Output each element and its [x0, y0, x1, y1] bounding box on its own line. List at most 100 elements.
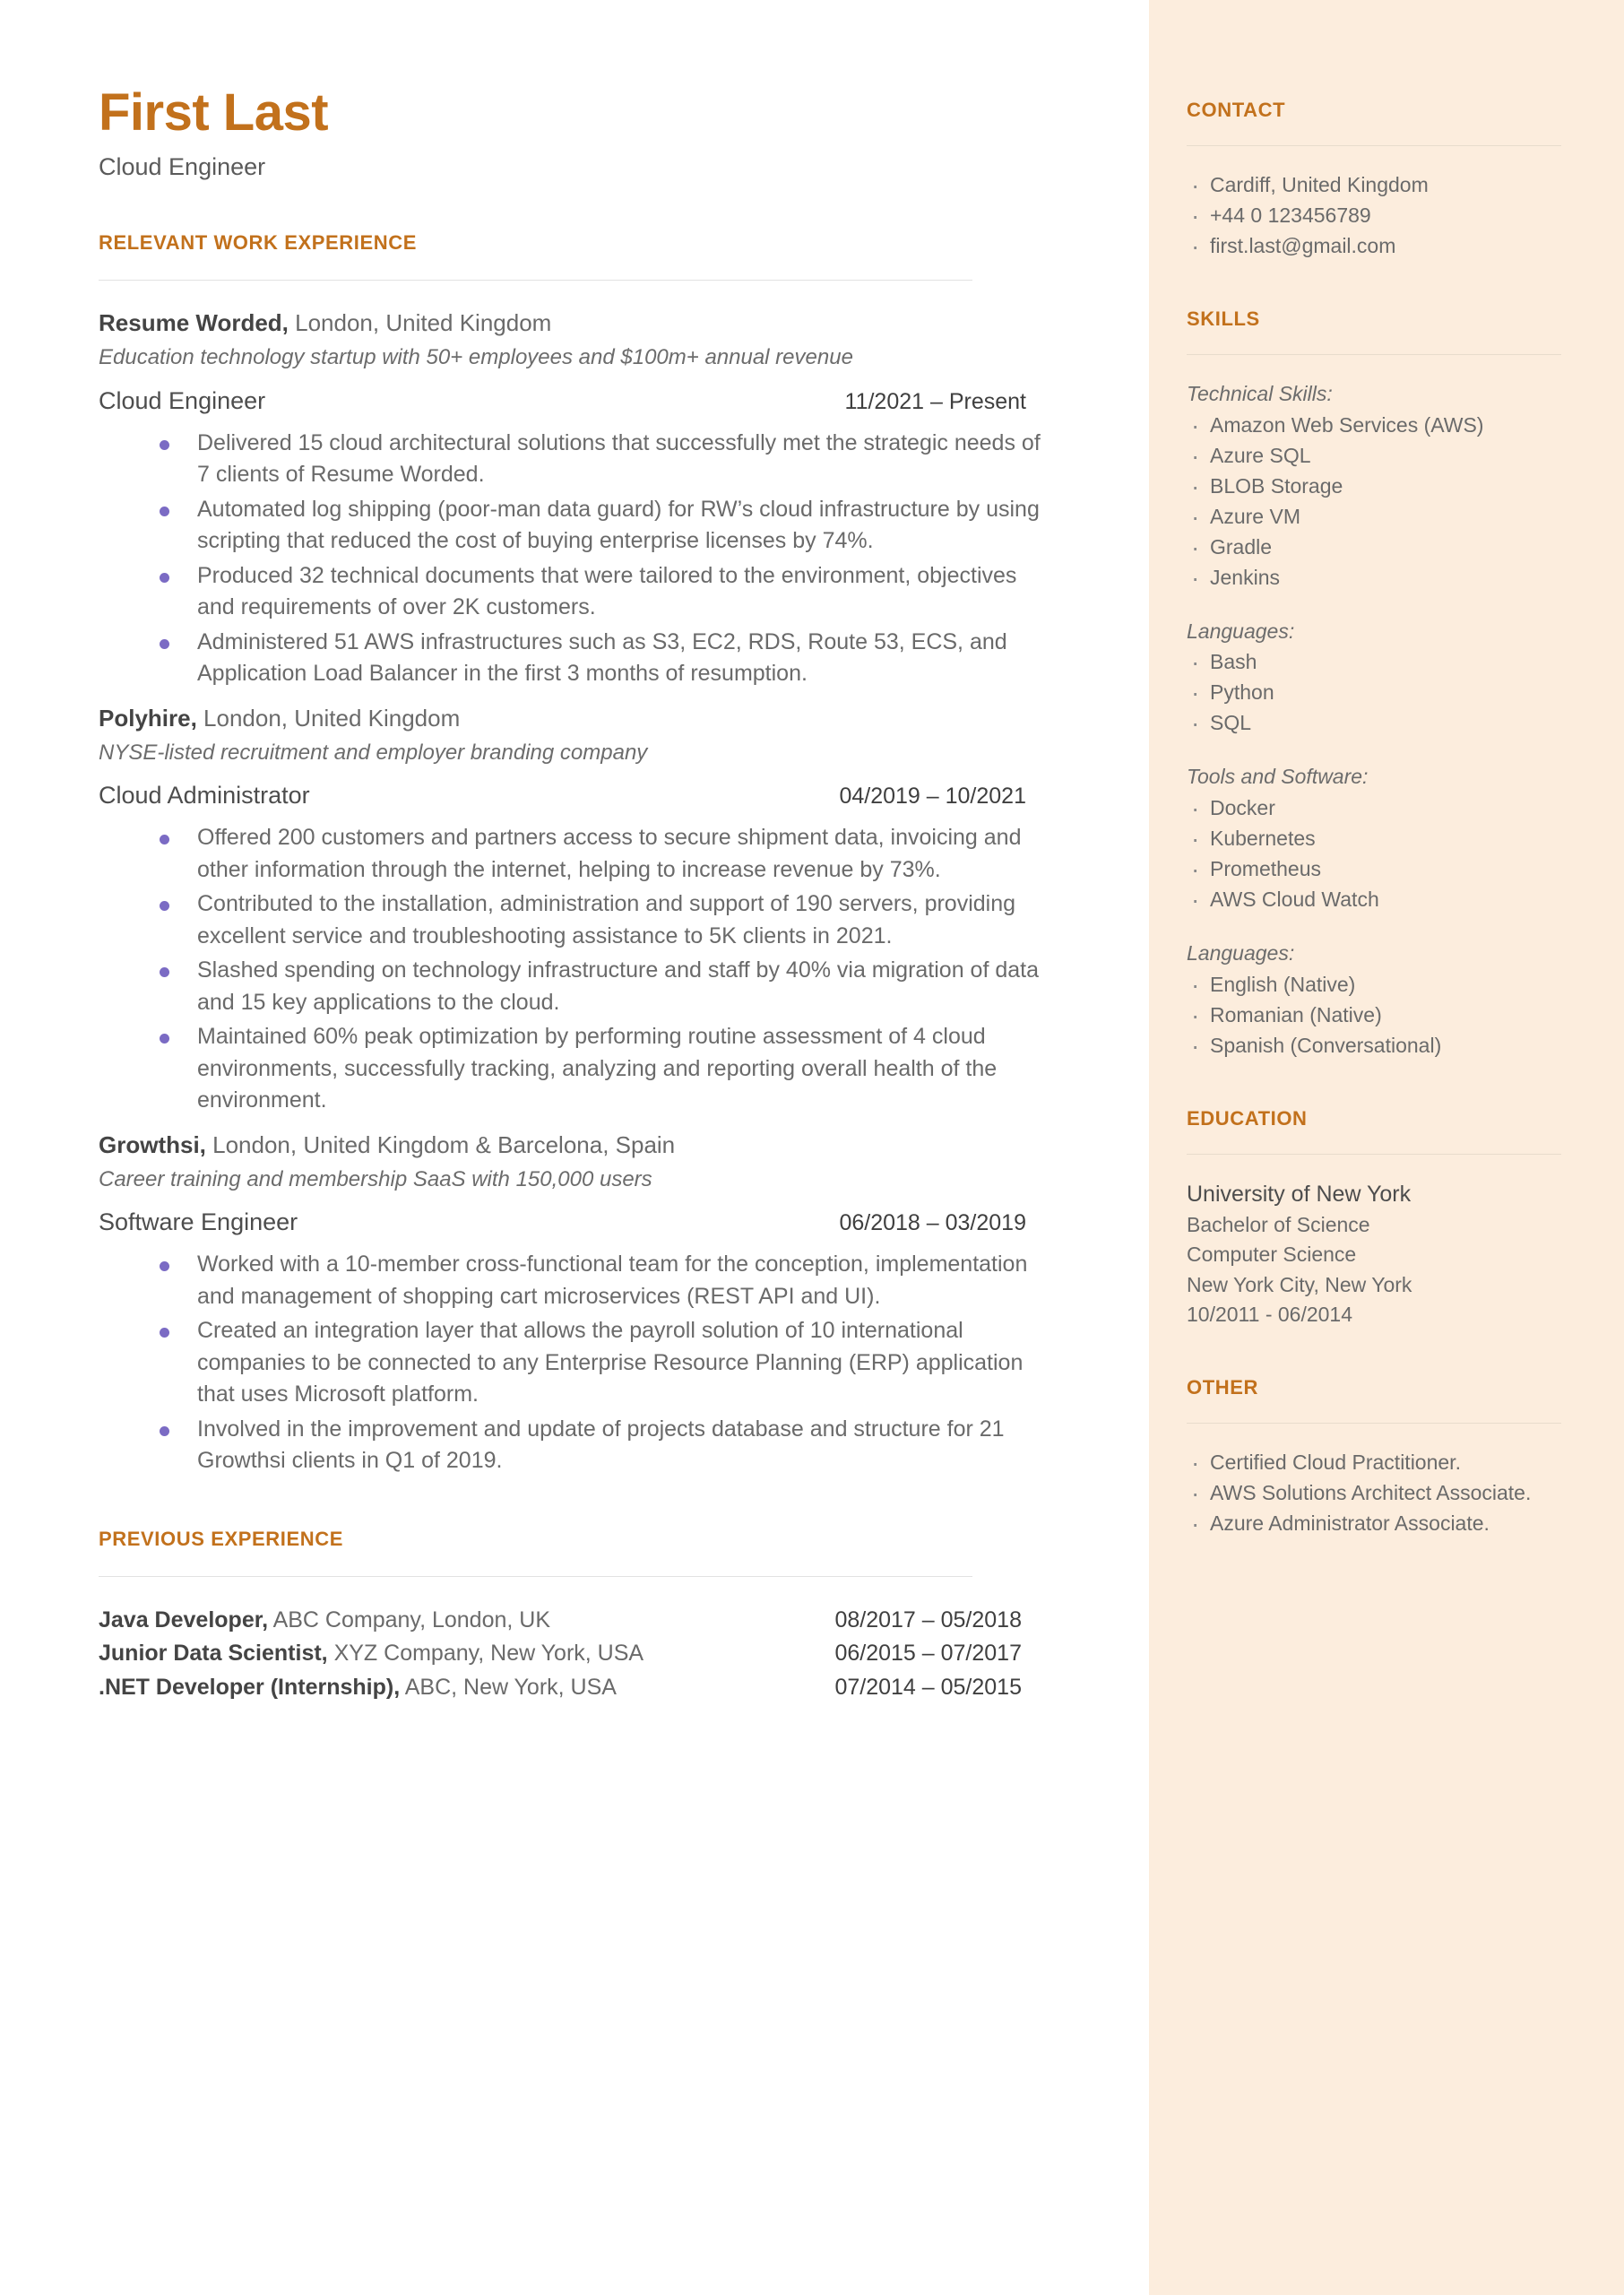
skill-group-list: English (Native)Romanian (Native)Spanish… — [1187, 966, 1561, 1065]
skill-item: Romanian (Native) — [1187, 997, 1561, 1035]
previous-job-role: Junior Data Scientist, — [99, 1641, 328, 1667]
job-bullet: Involved in the improvement and update o… — [152, 1414, 1049, 1477]
job-company-name: Polyhire, — [99, 704, 197, 732]
job-company-location: London, United Kingdom — [288, 308, 552, 336]
job-dates: 11/2021 – Present — [844, 388, 1026, 414]
previous-job-company: ABC, New York, USA — [400, 1674, 617, 1700]
job-bullet: Delivered 15 cloud architectural solutio… — [152, 428, 1049, 491]
main-column: First Last Cloud Engineer RELEVANT WORK … — [0, 0, 1149, 2295]
contact-item: +44 0 123456789 — [1187, 197, 1561, 235]
job-entry: Polyhire, London, United Kingdom NYSE-lis… — [99, 703, 1095, 1117]
skill-group: Languages:BashPythonSQL — [1187, 616, 1561, 743]
job-tagline: NYSE-listed recruitment and employer bra… — [99, 740, 648, 765]
skill-group: Technical Skills:Amazon Web Services (AW… — [1187, 378, 1561, 597]
skill-group-list: DockerKubernetesPrometheusAWS Cloud Watc… — [1187, 790, 1561, 919]
sidebar-section-title-skills: SKILLS — [1187, 307, 1260, 331]
page-title: First Last — [99, 83, 329, 142]
skill-item: Amazon Web Services (AWS) — [1187, 407, 1561, 445]
skill-group-label: Tools and Software: — [1187, 765, 1369, 789]
skill-group-list: BashPythonSQL — [1187, 644, 1561, 742]
sidebar-divider — [1187, 1153, 1561, 1155]
skill-item: Azure SQL — [1187, 437, 1561, 475]
job-bullet: Offered 200 customers and partners acces… — [152, 822, 1049, 886]
skill-group: Tools and Software:DockerKubernetesProme… — [1187, 761, 1561, 919]
job-company: Polyhire, London, United Kingdom — [99, 703, 1095, 734]
previous-job-dates: 08/2017 – 05/2018 — [834, 1606, 1022, 1632]
skill-item: Azure VM — [1187, 498, 1561, 536]
job-bullet: Created an integration layer that allows… — [152, 1315, 1049, 1411]
sidebar-section-title-education: EDUCATION — [1187, 1106, 1308, 1130]
job-role-title: Cloud Administrator — [99, 782, 310, 810]
skill-group: Languages:English (Native)Romanian (Nati… — [1187, 938, 1561, 1065]
job-role-row: Cloud Administrator 04/2019 – 10/2021 — [99, 782, 1026, 810]
skill-item: Gradle — [1187, 529, 1561, 567]
education-field: Computer Science — [1187, 1243, 1357, 1267]
skill-item: SQL — [1187, 705, 1561, 742]
skill-item: Spanish (Conversational) — [1187, 1027, 1561, 1065]
education-school: University of New York — [1187, 1181, 1412, 1207]
job-entry: Resume Worded, London, United Kingdom Edu… — [99, 307, 1095, 690]
job-bullet: Administered 51 AWS infrastructures such… — [152, 627, 1049, 690]
education-entry: University of New York Bachelor of Scien… — [1187, 1178, 1561, 1330]
section-divider — [99, 1575, 972, 1577]
jobs-container: Resume Worded, London, United Kingdom Edu… — [99, 307, 1095, 1477]
previous-experience-row: Java Developer, ABC Company, London, UK 0… — [99, 1604, 1022, 1638]
previous-job-role: .NET Developer (Internship), — [99, 1674, 401, 1700]
previous-job-role: Java Developer, — [99, 1606, 269, 1632]
job-dates: 04/2019 – 10/2021 — [839, 784, 1026, 810]
section-divider — [99, 279, 972, 281]
job-tagline: Career training and membership SaaS with… — [99, 1166, 652, 1191]
job-company: Growthsi, London, United Kingdom & Barce… — [99, 1130, 1095, 1161]
section-title-previous-experience: PREVIOUS EXPERIENCE — [99, 1527, 344, 1550]
previous-job-title: Junior Data Scientist, XYZ Company, New … — [99, 1637, 644, 1671]
resume-page: First Last Cloud Engineer RELEVANT WORK … — [0, 0, 1624, 2295]
skill-item: Kubernetes — [1187, 820, 1561, 858]
skill-item: Bash — [1187, 644, 1561, 681]
contact-item: Cardiff, United Kingdom — [1187, 167, 1561, 204]
education-dates: 10/2011 - 06/2014 — [1187, 1302, 1353, 1326]
other-item: Certified Cloud Practitioner. — [1187, 1444, 1561, 1482]
previous-job-dates: 06/2015 – 07/2017 — [834, 1641, 1022, 1667]
skill-item: BLOB Storage — [1187, 468, 1561, 506]
previous-job-company: XYZ Company, New York, USA — [327, 1641, 644, 1667]
job-role-title: Software Engineer — [99, 1208, 298, 1236]
skill-item: Python — [1187, 674, 1561, 712]
skill-group-label: Languages: — [1187, 619, 1295, 643]
sidebar-divider — [1187, 1423, 1561, 1425]
other-item: Azure Administrator Associate. — [1187, 1505, 1561, 1543]
job-entry: Growthsi, London, United Kingdom & Barce… — [99, 1130, 1095, 1477]
job-bullet: Slashed spending on technology infrastru… — [152, 955, 1049, 1018]
previous-experience-row: Junior Data Scientist, XYZ Company, New … — [99, 1637, 1022, 1671]
job-bullet: Produced 32 technical documents that wer… — [152, 560, 1049, 624]
job-bullet: Contributed to the installation, adminis… — [152, 888, 1049, 952]
sidebar: CONTACT Cardiff, United Kingdom+44 0 123… — [1149, 0, 1624, 2295]
skill-item: Jenkins — [1187, 559, 1561, 597]
sidebar-divider — [1187, 354, 1561, 356]
education-degree: Bachelor of Science — [1187, 1212, 1370, 1236]
previous-job-title: Java Developer, ABC Company, London, UK — [99, 1604, 550, 1638]
other-item: AWS Solutions Architect Associate. — [1187, 1475, 1561, 1512]
sidebar-section-title-other: OTHER — [1187, 1376, 1258, 1399]
job-company-location: London, United Kingdom — [196, 704, 461, 732]
job-company-name: Growthsi, — [99, 1130, 206, 1158]
previous-experience-row: .NET Developer (Internship), ABC, New Yo… — [99, 1671, 1022, 1705]
job-company-name: Resume Worded, — [99, 308, 289, 336]
job-bullet-list: Offered 200 customers and partners acces… — [99, 822, 1095, 1117]
skill-group-label: Languages: — [1187, 941, 1295, 965]
other-list: Certified Cloud Practitioner.AWS Solutio… — [1187, 1444, 1561, 1543]
skills-container: Technical Skills:Amazon Web Services (AW… — [1187, 378, 1561, 1065]
job-bullet: Automated log shipping (poor-man data gu… — [152, 494, 1049, 558]
job-role-row: Cloud Engineer 11/2021 – Present — [99, 387, 1026, 415]
sidebar-divider — [1187, 145, 1561, 146]
job-tagline: Education technology startup with 50+ em… — [99, 344, 853, 369]
job-company-location: London, United Kingdom & Barcelona, Spai… — [205, 1130, 676, 1158]
job-dates: 06/2018 – 03/2019 — [839, 1210, 1026, 1236]
previous-experience-list: Java Developer, ABC Company, London, UK 0… — [99, 1604, 1095, 1705]
skill-group-label: Technical Skills: — [1187, 382, 1333, 406]
skill-item: Prometheus — [1187, 851, 1561, 888]
job-role-title: Cloud Engineer — [99, 386, 266, 414]
section-title-relevant-experience: RELEVANT WORK EXPERIENCE — [99, 230, 418, 254]
sidebar-section-title-contact: CONTACT — [1187, 99, 1286, 121]
professional-headline: Cloud Engineer — [99, 152, 266, 180]
previous-job-dates: 07/2014 – 05/2015 — [834, 1674, 1022, 1700]
